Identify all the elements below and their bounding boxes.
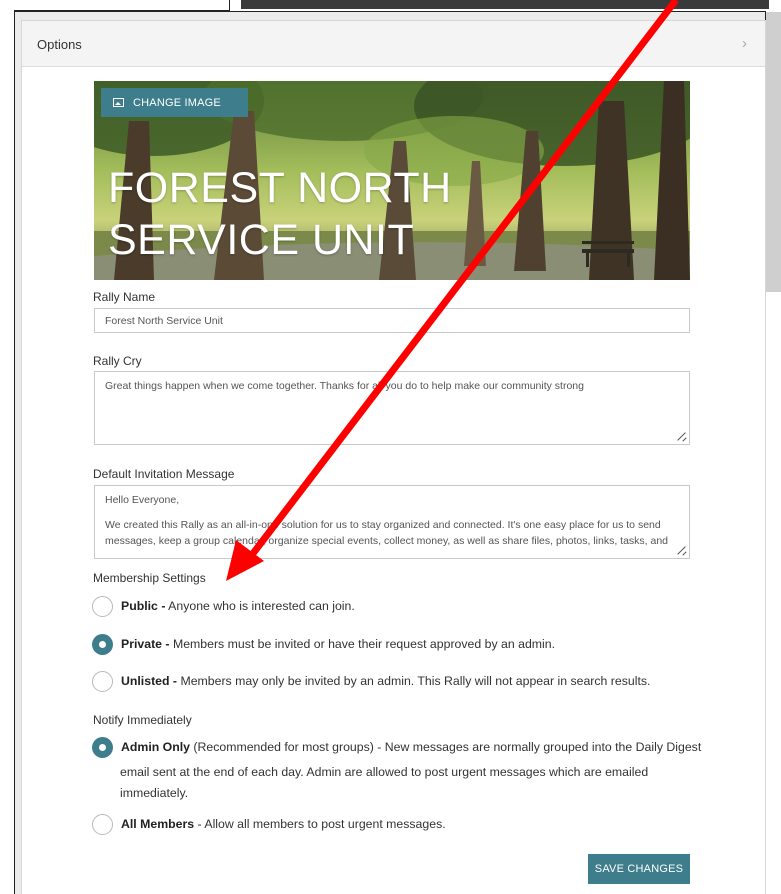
rally-cry-label: Rally Cry [93,354,142,368]
chevron-right-icon[interactable]: › [742,35,747,52]
image-icon [113,98,124,107]
all-members-desc: - Allow all members to post urgent messa… [194,817,446,831]
membership-option-public[interactable]: Public - Anyone who is interested can jo… [92,596,355,617]
unlisted-title: Unlisted - [121,674,178,688]
notify-option-all-members[interactable]: All Members - Allow all members to post … [92,814,446,835]
rally-cry-text: Great things happen when we come togethe… [105,380,584,392]
all-members-title: All Members [121,817,195,831]
invitation-line-3: messages, keep a group calendar, organiz… [105,535,669,547]
admin-only-desc-1: (Recommended for most groups) - New mess… [190,740,702,754]
membership-option-private[interactable]: Private - Members must be invited or hav… [92,634,555,655]
notify-immediately-label: Notify Immediately [93,713,192,727]
invitation-label: Default Invitation Message [93,467,235,481]
all-members-radio[interactable] [92,814,113,835]
resize-handle-icon[interactable] [677,432,686,441]
background-window-edge [766,12,781,292]
resize-handle-icon[interactable] [677,546,686,555]
rally-name-input[interactable]: Forest North Service Unit [94,308,690,333]
save-changes-button[interactable]: SAVE CHANGES [588,854,690,884]
membership-settings-label: Membership Settings [93,571,206,585]
change-image-label: CHANGE IMAGE [133,96,221,109]
public-radio[interactable] [92,596,113,617]
membership-option-unlisted[interactable]: Unlisted - Members may only be invited b… [92,671,650,692]
rally-name-label: Rally Name [93,290,156,304]
admin-only-desc-wrap: email sent at the end of each day. Admin… [120,762,648,803]
admin-only-title: Admin Only [121,740,191,754]
options-title: Options [37,37,82,52]
rally-cry-textarea[interactable]: Great things happen when we come togethe… [94,371,690,445]
top-dark-bar [241,0,769,9]
banner-title-line-2: SERVICE UNIT [108,216,415,264]
private-title: Private - [121,637,170,651]
unlisted-radio[interactable] [92,671,113,692]
invitation-line-1: Hello Everyone, [105,494,180,506]
banner-title: FOREST NORTH SERVICE UNIT [108,162,452,266]
notify-option-admin-only[interactable]: Admin Only (Recommended for most groups)… [92,737,701,758]
public-title: Public - [121,599,166,613]
public-desc: Anyone who is interested can join. [165,599,355,613]
invitation-line-2: We created this Rally as an all-in-one s… [105,519,661,531]
banner-title-line-1: FOREST NORTH [108,164,452,212]
change-image-button[interactable]: CHANGE IMAGE [101,88,248,117]
unlisted-desc: Members may only be invited by an admin.… [177,674,651,688]
private-desc: Members must be invited or have their re… [169,637,556,651]
private-radio[interactable] [92,634,113,655]
options-header[interactable]: Options › [22,21,765,67]
admin-only-desc-2: email sent at the end of each day. Admin… [120,765,649,779]
admin-only-radio[interactable] [92,737,113,758]
invitation-textarea[interactable]: Hello Everyone, We created this Rally as… [94,485,690,559]
admin-only-desc-3: immediately. [120,785,189,800]
